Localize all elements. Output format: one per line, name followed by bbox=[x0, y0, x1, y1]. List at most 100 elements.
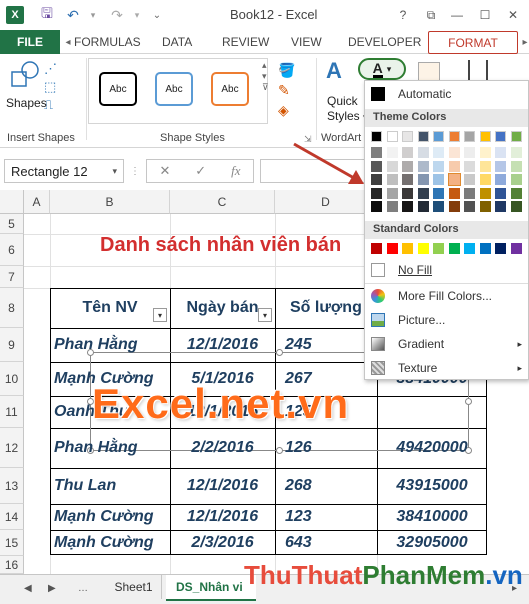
theme-shade-swatch[interactable] bbox=[479, 160, 491, 172]
theme-shade-swatch[interactable] bbox=[495, 160, 506, 172]
redo-dropdown-icon[interactable]: ▾ bbox=[128, 6, 146, 24]
undo-dropdown-icon[interactable]: ▾ bbox=[84, 6, 102, 24]
cell-amount[interactable]: 38410000 bbox=[377, 504, 487, 530]
theme-color-swatch[interactable] bbox=[417, 131, 429, 142]
gallery-scroll-icon[interactable]: ▴ ▾ ⊽ bbox=[262, 60, 269, 93]
theme-shade-swatch[interactable] bbox=[417, 187, 429, 199]
theme-shade-swatch[interactable] bbox=[402, 160, 413, 172]
theme-shade-swatch[interactable] bbox=[495, 187, 506, 199]
theme-color-swatch[interactable] bbox=[402, 131, 413, 142]
theme-shade-swatch[interactable] bbox=[371, 147, 382, 158]
theme-color-swatch[interactable] bbox=[479, 131, 491, 142]
theme-shade-swatch[interactable] bbox=[417, 147, 429, 158]
quick-styles-button[interactable]: Quick Styles ▾ bbox=[327, 94, 368, 125]
filter-dropdown-icon[interactable]: ▾ bbox=[258, 308, 272, 322]
theme-shade-swatch[interactable] bbox=[433, 187, 444, 199]
cell-name[interactable]: Phan Hằng bbox=[50, 328, 170, 362]
theme-shade-swatch[interactable] bbox=[464, 147, 475, 158]
standard-color-swatch[interactable] bbox=[402, 243, 413, 254]
cell-date[interactable]: 12/1/2016 bbox=[170, 504, 275, 530]
standard-color-swatch[interactable] bbox=[386, 243, 398, 254]
shape-fill-outline-effects-icons[interactable]: 🪣 ✎ ◈ bbox=[278, 60, 304, 126]
theme-shade-swatch[interactable] bbox=[510, 174, 522, 185]
standard-color-swatch[interactable] bbox=[433, 243, 444, 254]
shapes-icon[interactable] bbox=[10, 60, 40, 90]
theme-shade-swatch[interactable] bbox=[464, 201, 475, 212]
cell-amount[interactable]: 43915000 bbox=[377, 468, 487, 504]
sheet-tab-active[interactable]: DS_Nhân vi bbox=[166, 575, 256, 601]
maximize-button[interactable]: ☐ bbox=[474, 5, 496, 25]
theme-shade-swatch[interactable] bbox=[417, 201, 429, 212]
minimize-button[interactable]: — bbox=[446, 5, 468, 25]
theme-shade-swatch[interactable] bbox=[433, 201, 444, 212]
cell-quantity[interactable]: 123 bbox=[275, 504, 377, 530]
theme-shade-swatch[interactable] bbox=[464, 160, 475, 172]
cell-name[interactable]: Phan Hằng bbox=[50, 428, 170, 468]
theme-color-swatch[interactable] bbox=[386, 131, 398, 142]
theme-shade-swatch[interactable] bbox=[510, 187, 522, 199]
theme-shade-swatch[interactable] bbox=[417, 160, 429, 172]
cancel-icon[interactable]: ✕ bbox=[159, 163, 170, 179]
tab-format[interactable]: FORMAT bbox=[428, 31, 518, 54]
theme-shade-swatch[interactable] bbox=[402, 201, 413, 212]
filter-dropdown-icon[interactable]: ▾ bbox=[153, 308, 167, 322]
standard-color-swatch[interactable] bbox=[464, 243, 475, 254]
theme-shade-swatch[interactable] bbox=[495, 147, 506, 158]
theme-shade-swatch[interactable] bbox=[464, 174, 475, 185]
picture-option[interactable]: Picture... bbox=[365, 309, 528, 331]
theme-color-swatch[interactable] bbox=[448, 131, 460, 142]
theme-shade-swatch[interactable] bbox=[386, 160, 398, 172]
theme-shade-swatch[interactable] bbox=[464, 187, 475, 199]
cell-date[interactable]: 12/1/2016 bbox=[170, 468, 275, 504]
help-button[interactable]: ? bbox=[392, 5, 414, 25]
gradient-option[interactable]: Gradient ▸ bbox=[365, 333, 528, 355]
cell-amount[interactable]: 49420000 bbox=[377, 428, 487, 468]
theme-shade-swatch[interactable] bbox=[371, 160, 382, 172]
theme-shade-swatch[interactable] bbox=[371, 174, 382, 185]
save-icon[interactable]: 🖫 bbox=[38, 5, 56, 24]
text-fill-button[interactable]: A ▾ bbox=[358, 58, 406, 80]
theme-shade-swatch[interactable] bbox=[447, 173, 461, 186]
theme-shade-swatch[interactable] bbox=[479, 174, 491, 185]
standard-color-swatch[interactable] bbox=[448, 243, 460, 254]
tab-developer[interactable]: DEVELOPER bbox=[348, 35, 421, 49]
name-box-dropdown-icon[interactable]: ▾ bbox=[112, 166, 117, 177]
cell-amount[interactable] bbox=[377, 396, 487, 428]
more-sheets-icon[interactable]: … bbox=[78, 583, 88, 594]
cell-name[interactable]: Mạnh Cường bbox=[50, 504, 170, 530]
undo-icon[interactable]: ↶ bbox=[64, 6, 82, 24]
theme-shade-swatch[interactable] bbox=[386, 201, 398, 212]
tab-view[interactable]: VIEW bbox=[291, 35, 322, 49]
theme-shade-swatch[interactable] bbox=[448, 160, 460, 172]
standard-color-swatch[interactable] bbox=[479, 243, 491, 254]
theme-shade-swatch[interactable] bbox=[402, 187, 413, 199]
close-button[interactable]: ✕ bbox=[502, 5, 524, 25]
theme-shade-swatch[interactable] bbox=[479, 201, 491, 212]
insert-function-icon[interactable]: fx bbox=[231, 163, 240, 179]
cell-date[interactable]: 12/1/2016 bbox=[170, 328, 275, 362]
standard-color-swatch[interactable] bbox=[510, 243, 522, 254]
theme-shade-swatch[interactable] bbox=[371, 201, 382, 212]
tab-review[interactable]: REVIEW bbox=[222, 35, 269, 49]
standard-color-swatch[interactable] bbox=[417, 243, 429, 254]
shape-style-2[interactable]: Abc bbox=[155, 72, 193, 106]
tab-data[interactable]: DATA bbox=[162, 35, 192, 49]
enter-icon[interactable]: ✓ bbox=[195, 163, 206, 179]
more-fill-colors-option[interactable]: More Fill Colors... bbox=[365, 285, 528, 307]
theme-shade-swatch[interactable] bbox=[448, 147, 460, 158]
cell-quantity[interactable]: 245 bbox=[275, 328, 377, 362]
theme-shade-swatch[interactable] bbox=[510, 201, 522, 212]
no-fill-option[interactable]: No Fill bbox=[365, 259, 528, 281]
theme-shade-swatch[interactable] bbox=[510, 147, 522, 158]
theme-shade-swatch[interactable] bbox=[386, 147, 398, 158]
theme-color-swatch[interactable] bbox=[510, 131, 522, 142]
shape-style-1[interactable]: Abc bbox=[99, 72, 137, 106]
theme-shade-swatch[interactable] bbox=[417, 174, 429, 185]
tab-scroll-right-icon[interactable]: ▸ bbox=[519, 34, 529, 50]
name-box[interactable]: Rectangle 12 ▾ bbox=[4, 159, 124, 183]
shape-tools-icons[interactable]: ⋰ ⬚ ⎍ bbox=[44, 60, 74, 120]
theme-shade-swatch[interactable] bbox=[386, 174, 398, 185]
theme-shade-swatch[interactable] bbox=[495, 174, 506, 185]
theme-shade-swatch[interactable] bbox=[479, 147, 491, 158]
quick-styles-icon[interactable]: A bbox=[326, 58, 342, 84]
